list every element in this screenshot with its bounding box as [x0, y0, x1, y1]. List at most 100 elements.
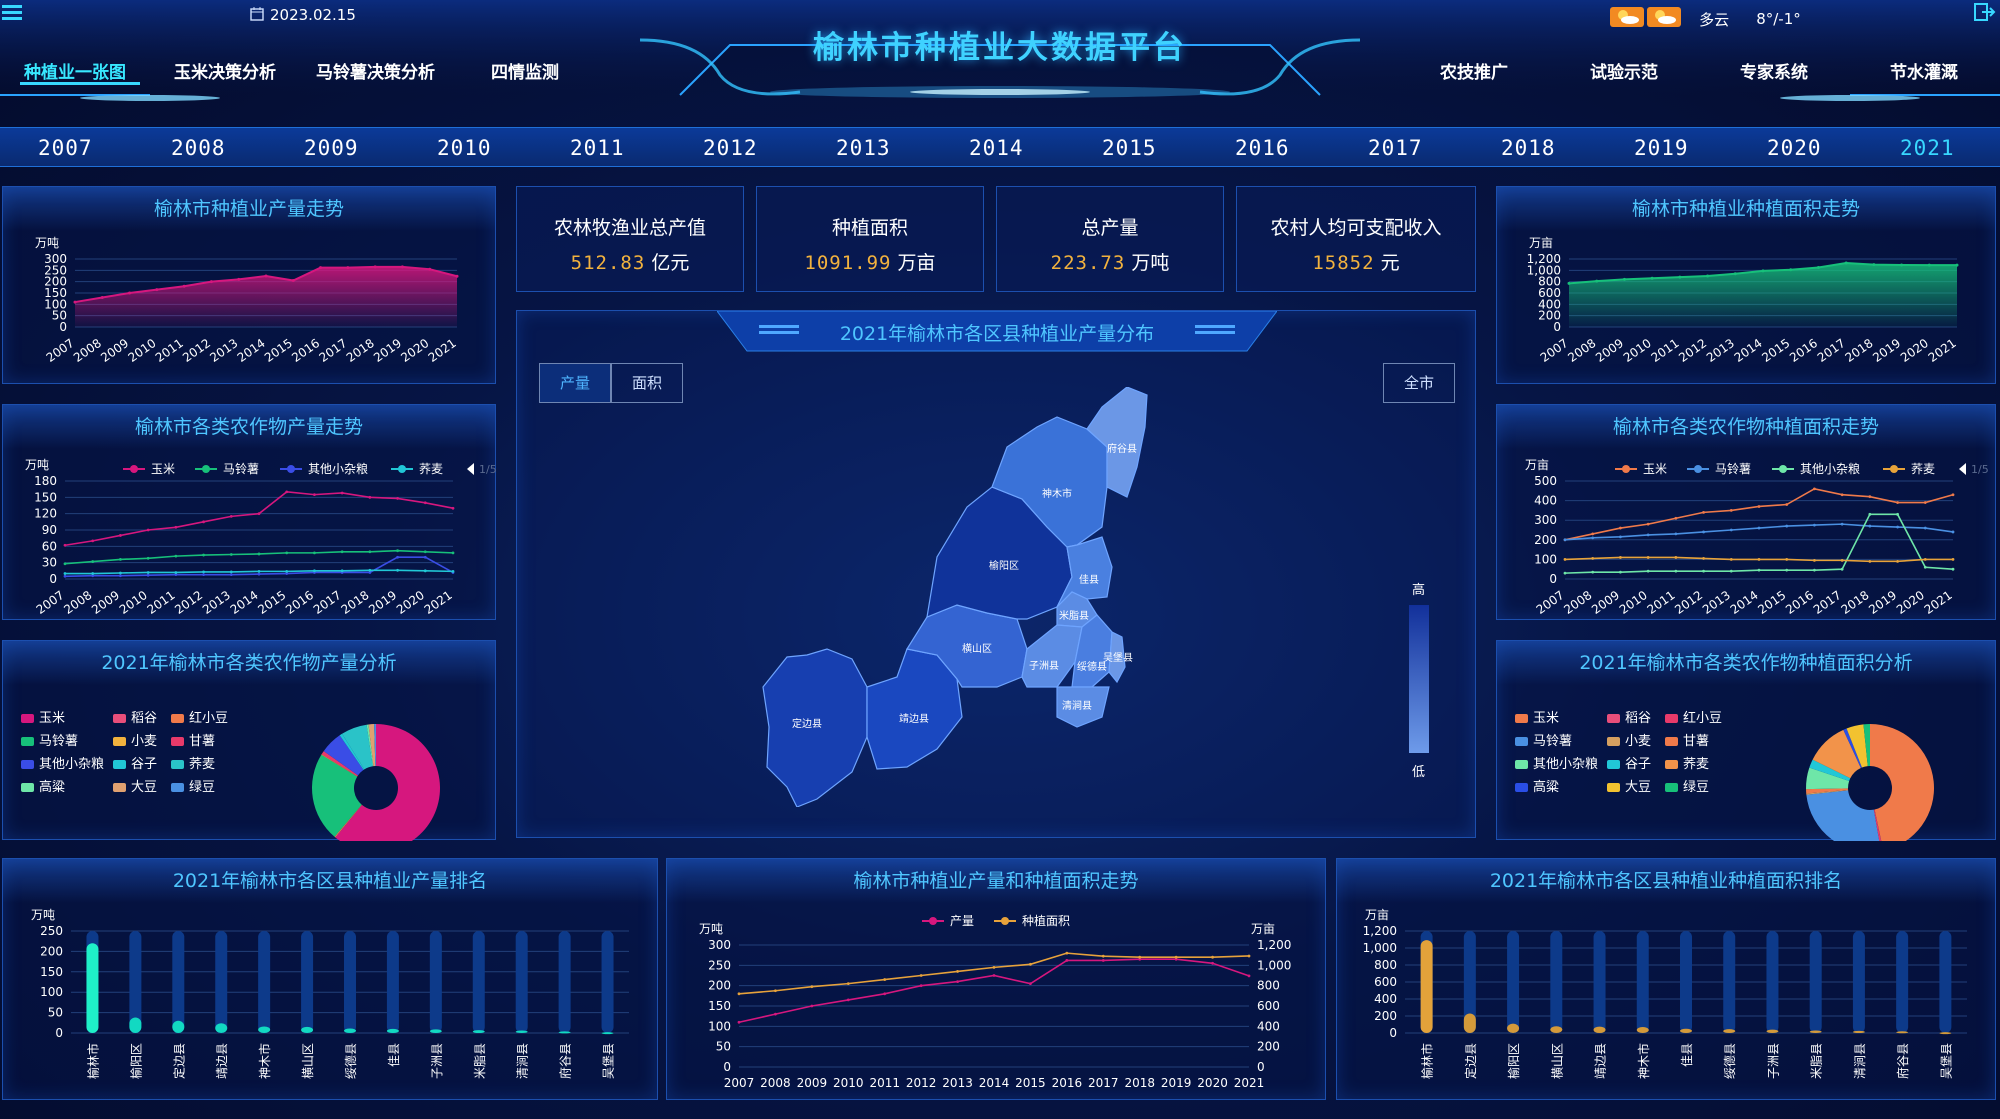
bar[interactable] — [258, 1026, 271, 1033]
data-point[interactable] — [1785, 503, 1789, 506]
data-point[interactable] — [1591, 570, 1595, 574]
bar[interactable] — [386, 1028, 399, 1033]
data-point[interactable] — [1702, 530, 1705, 534]
data-point[interactable] — [396, 568, 399, 572]
data-point[interactable] — [1211, 961, 1214, 965]
data-point[interactable] — [1951, 530, 1955, 534]
legend-item[interactable]: 荞麦 — [391, 462, 443, 476]
data-point[interactable] — [428, 267, 432, 271]
data-point[interactable] — [1896, 525, 1899, 529]
data-point[interactable] — [1785, 568, 1789, 572]
data-point[interactable] — [1923, 526, 1927, 530]
data-point[interactable] — [423, 501, 427, 505]
data-point[interactable] — [451, 551, 455, 555]
data-point[interactable] — [1757, 505, 1761, 508]
data-point[interactable] — [1674, 556, 1678, 559]
legend-item[interactable]: 产量 — [922, 914, 974, 928]
data-point[interactable] — [1029, 962, 1032, 966]
data-point[interactable] — [1595, 279, 1599, 283]
data-point[interactable] — [91, 539, 95, 543]
data-point[interactable] — [202, 573, 205, 577]
legend-item[interactable]: 甘薯 — [171, 730, 215, 749]
legend-item[interactable]: 大豆 — [1607, 776, 1651, 795]
data-point[interactable] — [91, 572, 95, 575]
data-point[interactable] — [319, 266, 323, 270]
data-point[interactable] — [373, 265, 377, 269]
bar[interactable] — [429, 1029, 442, 1033]
legend-item[interactable]: 玉米 — [1515, 707, 1559, 726]
data-point[interactable] — [182, 284, 186, 288]
bar[interactable] — [601, 1032, 614, 1035]
legend-item[interactable]: 种植面积 — [994, 913, 1070, 928]
data-point[interactable] — [1813, 487, 1816, 491]
nav-tech-promotion[interactable]: 农技推广 — [1440, 58, 1508, 83]
data-point[interactable] — [1757, 558, 1761, 561]
data-point[interactable] — [956, 970, 959, 973]
data-point[interactable] — [1729, 528, 1733, 532]
data-point[interactable] — [1840, 558, 1844, 562]
legend-item[interactable]: 小麦 — [113, 730, 157, 749]
legend-item[interactable]: 荞麦 — [1665, 753, 1709, 772]
data-point[interactable] — [774, 989, 777, 993]
data-point[interactable] — [368, 495, 372, 499]
data-point[interactable] — [1563, 558, 1567, 561]
bar[interactable] — [1766, 1029, 1779, 1033]
data-point[interactable] — [1896, 559, 1899, 563]
data-point[interactable] — [396, 497, 399, 500]
legend-item[interactable]: 高粱 — [1515, 776, 1559, 795]
data-point[interactable] — [368, 568, 372, 572]
data-point[interactable] — [1757, 526, 1761, 530]
nav-trial-demo[interactable]: 试验示范 — [1590, 58, 1658, 83]
year-2018[interactable]: 2018 — [1501, 136, 1556, 160]
data-point[interactable] — [956, 980, 959, 983]
data-point[interactable] — [257, 572, 261, 576]
data-point[interactable] — [1729, 569, 1733, 573]
data-point[interactable] — [1622, 277, 1626, 281]
data-point[interactable] — [1785, 558, 1789, 561]
data-point[interactable] — [1785, 524, 1789, 528]
data-point[interactable] — [1138, 955, 1142, 959]
data-point[interactable] — [1174, 955, 1178, 959]
data-point[interactable] — [1591, 557, 1595, 560]
bar[interactable] — [129, 1017, 142, 1033]
bar[interactable] — [1680, 1028, 1692, 1033]
data-point[interactable] — [1729, 509, 1733, 512]
bar[interactable] — [1809, 1030, 1822, 1033]
year-2020[interactable]: 2020 — [1767, 136, 1822, 160]
bar[interactable] — [1593, 1026, 1606, 1033]
data-point[interactable] — [63, 562, 67, 566]
bar[interactable] — [1420, 940, 1433, 1033]
data-point[interactable] — [1211, 955, 1214, 959]
data-point[interactable] — [73, 300, 77, 304]
data-point[interactable] — [346, 266, 350, 270]
bar[interactable] — [344, 1028, 356, 1033]
data-point[interactable] — [1951, 567, 1955, 571]
data-point[interactable] — [423, 555, 427, 559]
data-point[interactable] — [174, 525, 178, 529]
legend-item[interactable]: 绿豆 — [1665, 776, 1709, 795]
data-point[interactable] — [1896, 501, 1899, 504]
data-point[interactable] — [1896, 512, 1899, 516]
data-point[interactable] — [63, 574, 67, 578]
legend-item[interactable]: 马铃薯 — [1515, 730, 1572, 749]
bar[interactable] — [301, 1026, 314, 1033]
data-point[interactable] — [919, 984, 923, 988]
data-point[interactable] — [1927, 263, 1931, 267]
data-point[interactable] — [1247, 974, 1251, 978]
legend-item[interactable]: 荞麦 — [171, 753, 215, 772]
data-point[interactable] — [63, 572, 67, 575]
bar[interactable] — [1636, 1027, 1649, 1033]
data-point[interactable] — [1247, 954, 1251, 958]
data-point[interactable] — [313, 569, 316, 573]
data-point[interactable] — [1872, 263, 1876, 267]
legend-item[interactable]: 红小豆 — [1665, 707, 1722, 726]
data-point[interactable] — [1678, 275, 1682, 279]
data-point[interactable] — [400, 265, 404, 269]
year-2013[interactable]: 2013 — [836, 136, 891, 160]
data-point[interactable] — [202, 570, 205, 574]
nav-four-conditions[interactable]: 四情监测 — [491, 58, 559, 83]
data-point[interactable] — [285, 490, 289, 494]
data-point[interactable] — [119, 534, 122, 537]
exit-icon[interactable] — [1972, 2, 1996, 22]
data-point[interactable] — [1646, 556, 1650, 559]
